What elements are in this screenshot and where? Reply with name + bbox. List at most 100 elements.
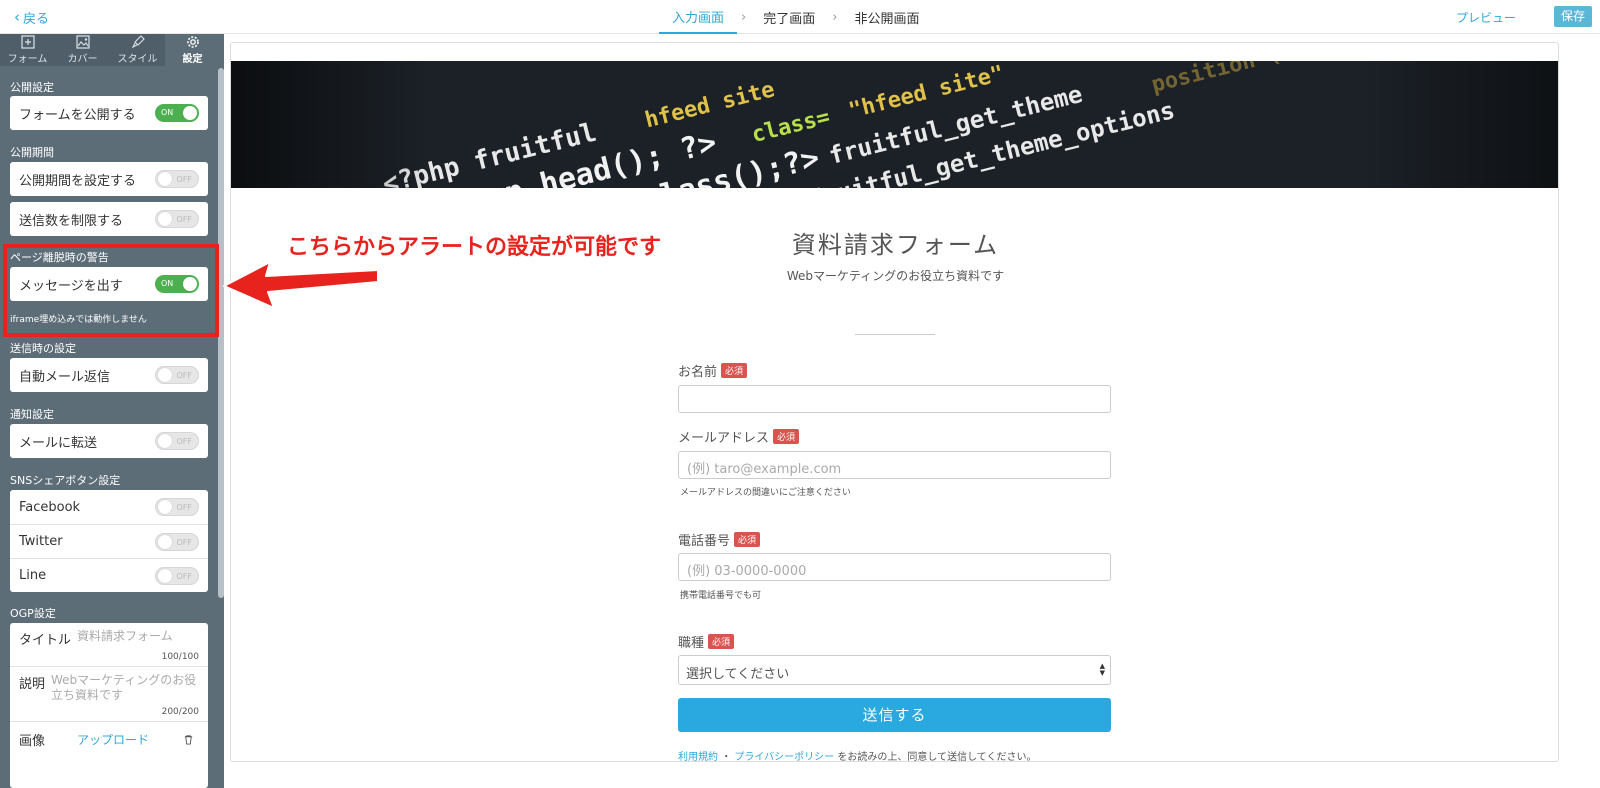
terms-rest: をお読みの上、同意して送信してください。 [837,752,1037,762]
tab-cover[interactable]: カバー [55,34,110,66]
section-label-period: 公開期間 [10,146,54,159]
settings-sidebar: フォーム カバー スタイル 設定 公開設定 フォームを公開する ON 公開期間 … [0,34,224,788]
top-bar: ‹ 戻る 入力画面 › 完了画面 › 非公開画面 プレビュー 保存 [0,0,1600,34]
email-help: メールアドレスの間違いにご注意ください [680,488,851,498]
sns-facebook-label: Facebook [19,499,81,515]
required-badge: 必須 [708,634,735,649]
privacy-link[interactable]: プライバシーポリシー [734,752,834,761]
terms-link[interactable]: 利用規約 [678,752,718,761]
cover-image: <?php fruitful hfeed site <?php wp_head(… [231,61,1558,188]
required-badge: 必須 [773,429,800,444]
submit-button[interactable]: 送信する [678,698,1111,732]
limit-label: 送信数を制限する [19,213,124,229]
phone-field-label: 電話番号 必須 [678,530,761,549]
save-button[interactable]: 保存 [1553,6,1592,27]
form-preview: <?php fruitful hfeed site <?php wp_head(… [230,42,1559,762]
publish-form-toggle[interactable]: ON [155,104,199,122]
brush-icon [131,35,145,49]
sns-twitter-row: Twitter OFF [10,524,208,558]
publish-card: フォームを公開する ON [10,96,208,130]
tab-settings-label: 設定 [182,54,203,65]
mail-forward-toggle[interactable]: OFF [155,432,199,450]
period-set-row: 公開期間を設定する OFF [10,162,208,196]
step-nav: 入力画面 › 完了画面 › 非公開画面 [659,0,932,34]
auto-reply-label: 自動メール返信 [19,369,111,385]
ogp-title-input[interactable]: 資料請求フォーム [77,629,173,648]
limit-toggle[interactable]: OFF [155,210,199,228]
publish-form-label: フォームを公開する [19,107,136,123]
sns-twitter-toggle[interactable]: OFF [155,532,199,551]
limit-card: 送信数を制限する OFF [10,202,208,236]
mail-forward-label: メールに転送 [19,435,98,451]
tab-style-label: スタイル [117,54,158,65]
step-input[interactable]: 入力画面 [659,0,738,34]
sns-line-row: Line OFF [10,558,208,592]
step-complete[interactable]: 完了画面 [750,0,828,34]
trash-icon[interactable] [183,734,194,745]
ogp-desc-row[interactable]: 説明 Webマーケティングのお役立ち資料です [10,667,208,703]
sns-facebook-toggle[interactable]: OFF [155,498,199,516]
mail-forward-row: メールに転送 OFF [10,424,208,458]
ogp-image-key: 画像 [19,734,46,749]
period-card: 公開期間を設定する OFF [10,162,208,196]
ogp-desc-count: 200/200 [161,707,199,717]
step-private[interactable]: 非公開画面 [841,0,932,34]
auto-reply-toggle[interactable]: OFF [155,366,199,384]
chevron-right-icon: › [741,9,747,25]
chevron-left-icon: ‹ [14,8,20,26]
select-arrows-icon: ▲ ▼ [1099,662,1105,677]
annotation-text: こちらからアラートの設定が可能です [287,235,662,260]
preview-link[interactable]: プレビュー [1456,9,1516,26]
image-icon [75,35,90,49]
highlight-box [3,244,219,337]
back-button[interactable]: ‹ 戻る [14,8,50,28]
sns-line-toggle[interactable]: OFF [155,566,199,585]
job-field-label: 職種 必須 [678,632,735,651]
name-field-label: お名前 必須 [678,361,748,380]
tab-settings[interactable]: 設定 [165,34,220,66]
job-select-value: 選択してください [686,667,790,682]
required-badge: 必須 [734,532,761,547]
plus-square-icon [20,35,35,49]
ogp-title-row[interactable]: タイトル 資料請求フォーム [10,623,208,648]
section-label-notify: 通知設定 [10,408,54,421]
ogp-desc-key: 説明 [19,677,46,692]
job-select[interactable]: 選択してください ▲ ▼ [678,655,1111,685]
phone-help: 携帯電話番号でも可 [680,591,762,601]
tab-cover-label: カバー [67,54,98,65]
phone-input[interactable]: (例) 03-0000-0000 [678,553,1111,581]
sns-twitter-label: Twitter [19,534,63,549]
annotation-arrow-icon [223,261,379,309]
section-label-ogp: OGP設定 [10,607,56,620]
form-description: Webマーケティングのお役立ち資料です [786,269,1005,283]
ogp-upload-link[interactable]: アップロード [77,731,149,748]
email-input[interactable]: (例) taro@example.com [678,451,1111,479]
title-divider [855,334,935,335]
ogp-title-count: 100/100 [161,652,199,662]
code-cover-graphic: <?php fruitful hfeed site <?php wp_head(… [231,61,1558,188]
ogp-card: タイトル 資料請求フォーム 100/100 説明 Webマーケティングのお役立ち… [10,623,208,788]
back-label: 戻る [23,12,50,27]
terms-text: 利用規約 ・ プライバシーポリシー をお読みの上、同意して送信してください。 [678,748,1037,762]
gear-icon [186,36,199,48]
ogp-title-key: タイトル [19,633,72,648]
sns-card: Facebook OFF Twitter OFF Line OFF [10,490,208,592]
period-set-toggle[interactable]: OFF [155,170,199,188]
ogp-image-row: 画像 アップロード [10,722,208,749]
tab-style[interactable]: スタイル [110,34,165,66]
tab-form[interactable]: フォーム [0,34,55,66]
publish-form-row: フォームを公開する ON [10,96,208,130]
sns-line-label: Line [19,568,47,583]
terms-separator: ・ [721,752,732,762]
auto-reply-row: 自動メール返信 OFF [10,358,208,392]
period-set-label: 公開期間を設定する [19,173,137,189]
name-input[interactable] [678,385,1111,413]
ogp-desc-input[interactable]: Webマーケティングのお役立ち資料です [51,673,197,703]
limit-row: 送信数を制限する OFF [10,202,208,236]
email-field-label: メールアドレス 必須 [678,427,800,446]
section-label-sns: SNSシェアボタン設定 [10,474,121,487]
section-label-publish: 公開設定 [10,81,54,94]
notify-card: メールに転送 OFF [10,424,208,458]
on-submit-card: 自動メール返信 OFF [10,358,208,392]
sns-facebook-row: Facebook OFF [10,490,208,524]
